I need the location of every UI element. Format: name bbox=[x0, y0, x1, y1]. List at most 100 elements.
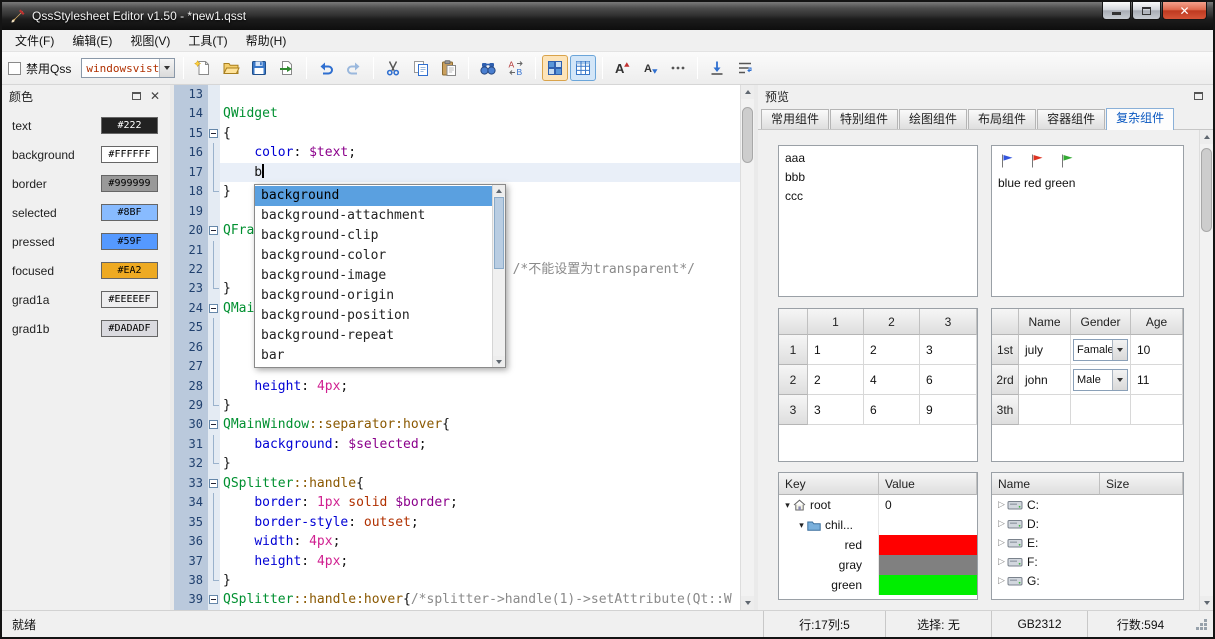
font-increase-icon[interactable]: A bbox=[609, 55, 635, 81]
table-cell[interactable]: july bbox=[1019, 335, 1071, 365]
fold-collapse-icon[interactable] bbox=[209, 226, 218, 235]
table-cell[interactable]: 3 bbox=[920, 335, 977, 365]
title-bar[interactable]: QssStylesheet Editor v1.50 - *new1.qsst … bbox=[2, 2, 1213, 30]
paste-icon[interactable] bbox=[436, 55, 462, 81]
preview-tab[interactable]: 布局组件 bbox=[968, 109, 1036, 129]
table-cell[interactable]: 1 bbox=[808, 335, 864, 365]
tree-row[interactable]: ▷D: bbox=[992, 514, 1183, 533]
menu-item[interactable]: 帮助(H) bbox=[237, 29, 296, 52]
row-header[interactable]: 3th bbox=[992, 395, 1019, 425]
tree-row[interactable]: ▷G: bbox=[992, 571, 1183, 590]
code-line[interactable]: } bbox=[220, 396, 740, 415]
autocomplete-item[interactable]: background bbox=[255, 186, 492, 206]
tree-row[interactable]: ▾chil... bbox=[779, 515, 977, 535]
undo-icon[interactable] bbox=[313, 55, 339, 81]
preview-tab[interactable]: 容器组件 bbox=[1037, 109, 1105, 129]
autocomplete-scrollbar[interactable] bbox=[492, 185, 505, 367]
expander-icon[interactable]: ▷ bbox=[996, 499, 1007, 510]
scroll-down-icon[interactable] bbox=[1200, 596, 1213, 610]
scroll-up-icon[interactable] bbox=[493, 185, 505, 196]
column-header[interactable]: 1 bbox=[808, 309, 864, 335]
menu-item[interactable]: 视图(V) bbox=[121, 29, 179, 52]
autocomplete-item[interactable]: bar bbox=[255, 346, 492, 366]
redo-icon[interactable] bbox=[341, 55, 367, 81]
preview-tab[interactable]: 复杂组件 bbox=[1106, 108, 1174, 130]
expander-icon[interactable]: ▾ bbox=[782, 500, 793, 511]
code-line[interactable]: QSplitter::handle:hover{/*splitter->hand… bbox=[220, 590, 740, 609]
table-cell[interactable]: john bbox=[1019, 365, 1071, 395]
list-item[interactable]: ccc bbox=[779, 187, 977, 206]
chevron-down-icon[interactable] bbox=[1112, 370, 1127, 390]
close-button[interactable]: ✕ bbox=[1162, 2, 1207, 20]
chevron-down-icon[interactable] bbox=[159, 59, 174, 77]
row-header[interactable]: 2rd bbox=[992, 365, 1019, 395]
code-line[interactable]: color: $text; bbox=[220, 143, 740, 162]
autocomplete-item[interactable]: background-image bbox=[255, 266, 492, 286]
table-cell[interactable]: 2 bbox=[864, 335, 920, 365]
color-swatch-background[interactable]: #FFFFFF bbox=[101, 146, 158, 163]
expander-icon[interactable]: ▷ bbox=[996, 575, 1007, 586]
cut-icon[interactable] bbox=[380, 55, 406, 81]
table-cell[interactable]: 6 bbox=[920, 365, 977, 395]
tree-row[interactable]: ▷F: bbox=[992, 552, 1183, 571]
column-header[interactable]: Size bbox=[1100, 473, 1183, 495]
scroll-up-icon[interactable] bbox=[741, 85, 754, 99]
code-line[interactable]: { bbox=[220, 124, 740, 143]
copy-icon[interactable] bbox=[408, 55, 434, 81]
fold-collapse-icon[interactable] bbox=[209, 420, 218, 429]
gender-combo[interactable]: Male bbox=[1073, 369, 1128, 391]
column-header[interactable]: 3 bbox=[920, 309, 977, 335]
scroll-up-icon[interactable] bbox=[1200, 130, 1213, 144]
tree-row[interactable]: ▷E: bbox=[992, 533, 1183, 552]
fold-collapse-icon[interactable] bbox=[209, 304, 218, 313]
menu-item[interactable]: 工具(T) bbox=[179, 29, 236, 52]
tree-row[interactable]: green bbox=[779, 575, 977, 595]
preview-scroll-thumb[interactable] bbox=[1201, 148, 1212, 232]
save-file-icon[interactable] bbox=[246, 55, 272, 81]
table-cell[interactable]: 10 bbox=[1131, 335, 1183, 365]
autocomplete-item[interactable]: background-origin bbox=[255, 286, 492, 306]
table-cell[interactable] bbox=[1019, 395, 1071, 425]
close-panel-icon[interactable]: ✕ bbox=[147, 89, 163, 104]
color-swatch-text[interactable]: #222 bbox=[101, 117, 158, 134]
list-item[interactable]: aaa bbox=[779, 149, 977, 168]
editor-scroll-thumb[interactable] bbox=[742, 107, 753, 163]
expander-icon[interactable]: ▷ bbox=[996, 537, 1007, 548]
expander-icon[interactable]: ▾ bbox=[796, 520, 807, 531]
table-cell[interactable]: 4 bbox=[864, 365, 920, 395]
new-file-icon[interactable] bbox=[190, 55, 216, 81]
chevron-down-icon[interactable] bbox=[1112, 340, 1127, 360]
row-header[interactable]: 1st bbox=[992, 335, 1019, 365]
table-cell[interactable]: 2 bbox=[808, 365, 864, 395]
code-line[interactable]: } bbox=[220, 571, 740, 590]
menu-item[interactable]: 文件(F) bbox=[6, 29, 63, 52]
open-file-icon[interactable] bbox=[218, 55, 244, 81]
code-line[interactable]: height: 4px; bbox=[220, 377, 740, 396]
column-header[interactable]: Name bbox=[992, 473, 1100, 495]
row-header[interactable]: 1 bbox=[779, 335, 808, 365]
minimize-button[interactable] bbox=[1102, 2, 1131, 20]
color-swatch-grad1a[interactable]: #EEEEEF bbox=[101, 291, 158, 308]
color-swatch-grad1b[interactable]: #DADADF bbox=[101, 320, 158, 337]
scroll-down-icon[interactable] bbox=[741, 596, 754, 610]
preview-tab[interactable]: 常用组件 bbox=[761, 109, 829, 129]
color-grid-icon[interactable] bbox=[542, 55, 568, 81]
code-line[interactable]: QWidget bbox=[220, 104, 740, 123]
code-line[interactable]: height: 4px; bbox=[220, 552, 740, 571]
table-cell[interactable]: 6 bbox=[864, 395, 920, 425]
color-swatch-border[interactable]: #999999 bbox=[101, 175, 158, 192]
float-panel-icon[interactable] bbox=[1190, 89, 1206, 104]
code-line[interactable]: background: $selected; bbox=[220, 435, 740, 454]
maximize-button[interactable] bbox=[1132, 2, 1161, 20]
export-qss-icon[interactable] bbox=[274, 55, 300, 81]
tree-row[interactable]: red bbox=[779, 535, 977, 555]
word-wrap-icon[interactable] bbox=[732, 55, 758, 81]
replace-icon[interactable]: AB bbox=[503, 55, 529, 81]
disable-qss-checkbox[interactable] bbox=[8, 62, 21, 75]
autocomplete-item[interactable]: background-color bbox=[255, 246, 492, 266]
autocomplete-item[interactable]: background-position bbox=[255, 306, 492, 326]
color-swatch-pressed[interactable]: #59F bbox=[101, 233, 158, 250]
theme-select[interactable]: windowsvist bbox=[81, 58, 175, 78]
table-cell[interactable] bbox=[1131, 395, 1183, 425]
column-header[interactable]: Name bbox=[1019, 309, 1071, 335]
